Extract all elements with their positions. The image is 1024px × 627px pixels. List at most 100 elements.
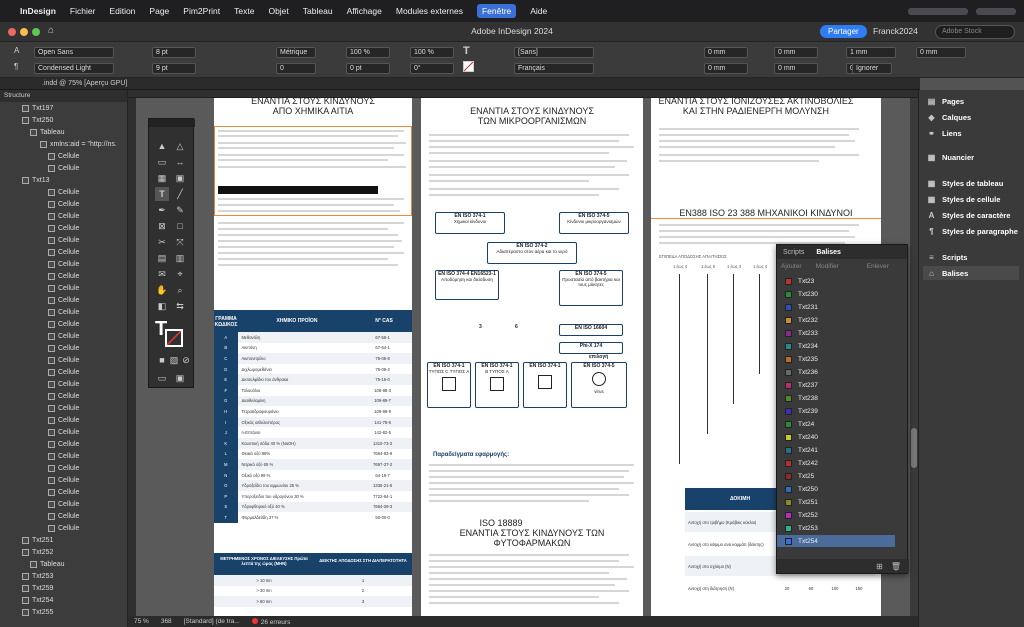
panel-balises[interactable]: ⌂ Balises [923, 266, 1019, 280]
page-tool-icon[interactable]: ▭ [155, 155, 169, 169]
normal-view-icon[interactable]: ▭ [155, 371, 169, 385]
menu-aide[interactable]: Aide [530, 6, 547, 16]
rectangle-frame-tool-icon[interactable]: ⊠ [155, 219, 169, 233]
vertical-scrollbar[interactable] [910, 98, 918, 616]
scrollbar-thumb[interactable] [911, 428, 917, 468]
structure-row[interactable]: Txt253 [22, 570, 53, 582]
structure-row[interactable]: Cellule [48, 258, 79, 270]
pencil-tool-icon[interactable]: ✎ [173, 203, 187, 217]
tag-item[interactable]: Txt231 [777, 301, 895, 313]
menu-texte[interactable]: Texte [234, 6, 254, 16]
menu-app[interactable]: InDesign [20, 6, 56, 16]
gap-tool-icon[interactable]: ↔ [173, 155, 187, 169]
panel-scripts[interactable]: ≡ Scripts [927, 250, 967, 264]
structure-row[interactable]: Cellule [48, 438, 79, 450]
tag-item[interactable]: Txt239 [777, 405, 895, 417]
space-after-field[interactable]: 0 mm [916, 47, 966, 58]
font-family-field[interactable]: Open Sans [34, 47, 114, 58]
structure-row[interactable]: xmlns:aid = "http://ns. [40, 138, 117, 150]
vertical-scale-field[interactable]: 100 % [346, 47, 390, 58]
structure-row[interactable]: Cellule [48, 210, 79, 222]
tag-item[interactable]: Txt234 [777, 340, 895, 352]
panel-para-styles[interactable]: ¶ Styles de paragraphe [927, 224, 1018, 238]
stroke-swatch-icon[interactable] [165, 329, 183, 347]
style-indicator[interactable]: [Standard] (de tra... [184, 618, 240, 625]
horizontal-scale-field[interactable]: 100 % [410, 47, 454, 58]
new-tag-icon[interactable]: ⊞ [876, 562, 883, 571]
tools-panel-grip[interactable] [149, 119, 195, 127]
menu-edition[interactable]: Edition [109, 6, 135, 16]
hyphenation-field[interactable]: Ignorer [852, 63, 892, 74]
structure-row[interactable]: Txt252 [22, 546, 53, 558]
tag-item[interactable]: Txt236 [777, 366, 895, 378]
structure-row[interactable]: Cellule [48, 270, 79, 282]
tag-item[interactable]: Txt254 [777, 535, 895, 547]
structure-row[interactable]: Tableau [30, 126, 65, 138]
horizontal-ruler[interactable] [128, 90, 918, 98]
scissors-tool-icon[interactable]: ✂ [155, 235, 169, 249]
panel-cell-styles[interactable]: ▦ Styles de cellule [927, 192, 1001, 206]
tag-item[interactable]: Txt242 [777, 457, 895, 469]
structure-row[interactable]: Txt250 [22, 114, 53, 126]
structure-row[interactable]: Cellule [48, 462, 79, 474]
vertical-ruler[interactable] [128, 98, 136, 616]
line-tool-icon[interactable]: ╱ [173, 187, 187, 201]
font-size-field[interactable]: 8 pt [152, 47, 196, 58]
page-number[interactable]: 368 [161, 618, 172, 625]
tag-item[interactable]: Txt240 [777, 431, 895, 443]
left-indent-field[interactable]: 0 mm [704, 47, 748, 58]
default-colors-icon[interactable]: ◧ [155, 299, 169, 313]
baseline-shift-field[interactable]: 0 pt [346, 63, 390, 74]
right-indent-field[interactable]: 0 mm [774, 47, 818, 58]
text-frame-selected[interactable] [214, 126, 412, 216]
tag-item[interactable]: Txt253 [777, 522, 895, 534]
panel-char-styles[interactable]: A Styles de caractère [927, 208, 1011, 222]
panel-table-styles[interactable]: ▦ Styles de tableau [927, 176, 1004, 190]
leading-field[interactable]: 9 pt [152, 63, 196, 74]
tag-item[interactable]: Txt251 [777, 496, 895, 508]
panel-pages[interactable]: ▤ Pages [927, 94, 964, 108]
character-mode-icon[interactable]: A [14, 46, 19, 55]
space-before-field[interactable]: 1 mm [846, 47, 896, 58]
document-tab[interactable]: .indd @ 75% [Aperçu GPU] [0, 78, 920, 90]
free-transform-tool-icon[interactable]: ⤧ [173, 235, 187, 249]
structure-row[interactable]: Txt13 [22, 174, 50, 186]
panel-nuancier[interactable]: ▦ Nuancier [927, 150, 974, 164]
menu-affichage[interactable]: Affichage [347, 6, 382, 16]
first-line-indent-field[interactable]: 0 mm [704, 63, 748, 74]
content-collector-icon[interactable]: ▦ [155, 171, 169, 185]
tag-item[interactable]: Txt23 [777, 275, 895, 287]
structure-row[interactable]: Txt255 [22, 606, 53, 618]
tab-scripts[interactable]: Scripts [777, 249, 810, 256]
structure-row[interactable]: Cellule [48, 342, 79, 354]
structure-row[interactable]: Cellule [48, 234, 79, 246]
add-tag-button[interactable]: Ajouter [781, 263, 802, 270]
eyedropper-tool-icon[interactable]: ⌖ [173, 267, 187, 281]
structure-row[interactable]: Cellule [48, 378, 79, 390]
structure-row[interactable]: Cellule [48, 282, 79, 294]
structure-row[interactable]: Cellule [48, 294, 79, 306]
adobe-stock-search[interactable]: Adobe Stock [935, 25, 1015, 39]
tag-item[interactable]: Txt235 [777, 353, 895, 365]
gradient-tool-icon[interactable]: ▤ [155, 251, 169, 265]
tag-item[interactable]: Txt233 [777, 327, 895, 339]
structure-row[interactable]: Cellule [48, 402, 79, 414]
structure-row[interactable]: Txt251 [22, 534, 53, 546]
paragraph-mode-icon[interactable]: ¶ [14, 62, 18, 71]
pen-tool-icon[interactable]: ✒ [155, 203, 169, 217]
kerning-field[interactable]: Métrique [276, 47, 316, 58]
structure-row[interactable]: Cellule [48, 246, 79, 258]
character-style-field[interactable]: [Sans] [514, 47, 594, 58]
structure-row[interactable]: Cellule [48, 198, 79, 210]
last-line-indent-field[interactable]: 0 mm [774, 63, 818, 74]
content-placer-icon[interactable]: ▣ [173, 171, 187, 185]
share-button[interactable]: Partager [820, 25, 867, 38]
structure-row[interactable]: Cellule [48, 366, 79, 378]
structure-row[interactable]: Txt254 [22, 594, 53, 606]
swap-colors-icon[interactable]: ⇆ [173, 299, 187, 313]
menu-tableau[interactable]: Tableau [303, 6, 333, 16]
menu-fenetre[interactable]: Fenêtre [476, 4, 517, 18]
apply-none-icon[interactable]: ⊘ [179, 353, 193, 367]
stroke-none-icon[interactable] [463, 61, 474, 72]
tag-item[interactable]: Txt252 [777, 509, 895, 521]
